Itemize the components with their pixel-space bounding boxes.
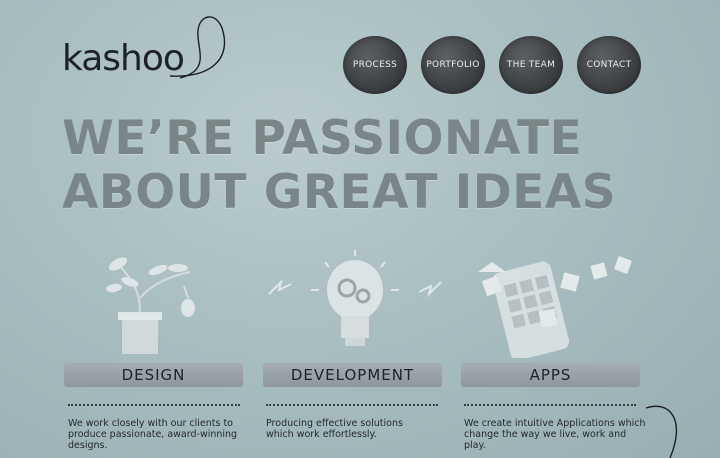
development-label[interactable]: DEVELOPMENT: [263, 363, 442, 387]
plant-illustration-icon: [106, 257, 195, 354]
hero-line-1: WE’RE PASSIONATE: [62, 111, 583, 166]
development-description: Producing effective solutions which work…: [266, 418, 403, 440]
design-description: We work closely with our clients to prod…: [68, 418, 238, 451]
apps-label[interactable]: APPS: [461, 363, 640, 387]
lightbulb-gears-icon: [268, 250, 442, 346]
logo[interactable]: kashoo: [62, 8, 232, 88]
nav-portfolio-button[interactable]: PORTFOLIO: [421, 36, 485, 94]
nav-the-team-button[interactable]: THE TEAM: [499, 36, 563, 94]
nav-process-button[interactable]: PROCESS: [343, 36, 407, 94]
phone-apps-icon: [478, 256, 632, 358]
hero-headline: WE’RE PASSIONATE ABOUT GREAT IDEAS: [62, 112, 662, 220]
apps-divider: [464, 404, 636, 406]
hero-line-2: ABOUT GREAT IDEAS: [62, 165, 617, 220]
decorative-swirl-icon: [645, 405, 678, 458]
apps-description: We create intuitive Applications which c…: [464, 418, 646, 451]
design-divider: [68, 404, 240, 406]
development-divider: [266, 404, 438, 406]
design-label[interactable]: DESIGN: [64, 363, 243, 387]
nav-contact-button[interactable]: CONTACT: [577, 36, 641, 94]
logo-text: kashoo: [62, 38, 185, 79]
